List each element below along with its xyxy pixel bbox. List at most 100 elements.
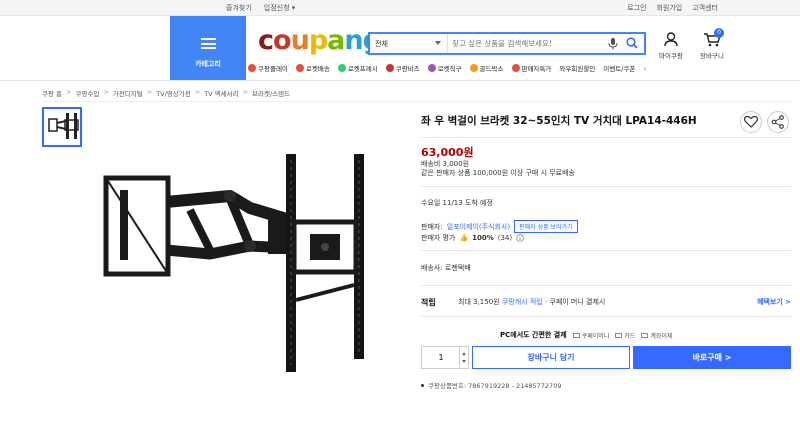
search-input[interactable] bbox=[452, 36, 602, 51]
breadcrumb-item[interactable]: TV 액세서리 bbox=[204, 88, 238, 98]
mycoupang-button[interactable]: 마이쿠팡 bbox=[659, 32, 683, 60]
product-code: 쿠팡상품번호: 7867919228 - 21485772709 bbox=[421, 380, 561, 390]
coupang-cash-link[interactable]: 쿠팡캐시 적립 bbox=[502, 298, 543, 306]
chevron-right-icon[interactable]: › bbox=[643, 64, 646, 73]
service-nav-item[interactable]: 골드박스 bbox=[469, 63, 504, 73]
reward-label: 적립 bbox=[421, 298, 436, 307]
breadcrumb: 쿠팡 홈 > 쿠팡수입 > 가전디지털 > TV/영상가전 > TV 액세서리 > 브라켓/스탠드 bbox=[42, 88, 290, 98]
coupay-money-label: 쿠페이머니 bbox=[581, 332, 610, 340]
service-nav-item[interactable]: 쿠팡플레이 bbox=[248, 63, 288, 73]
easy-pay-row: PC에서도 간편한 결제 쿠페이머니 카드 계좌이체 bbox=[500, 330, 672, 340]
seller-products-button[interactable]: 판매자 상품 보러가기 bbox=[514, 220, 578, 233]
service-nav-item[interactable]: 판매자특가 bbox=[511, 63, 551, 73]
logo-letter: u bbox=[290, 25, 310, 56]
card-option[interactable]: 카드 bbox=[615, 331, 635, 340]
product-price: 63,000원 bbox=[421, 146, 474, 159]
mycoupang-label: 마이쿠팡 bbox=[659, 52, 683, 60]
seller-rating-count: (34) bbox=[497, 234, 513, 242]
breadcrumb-item[interactable]: 쿠팡수입 bbox=[75, 88, 99, 98]
seller-rating-value: 100% bbox=[472, 234, 494, 242]
breadcrumb-item[interactable]: TV/영상가전 bbox=[156, 88, 191, 98]
search-scope-select[interactable]: 전체 bbox=[370, 34, 448, 53]
decrement-icon[interactable] bbox=[462, 360, 466, 363]
quantity-spinner[interactable] bbox=[459, 347, 468, 368]
microphone-icon[interactable] bbox=[608, 38, 618, 50]
hamburger-icon bbox=[201, 38, 216, 49]
price-divider bbox=[421, 186, 791, 187]
coupang-logo[interactable]: coupang bbox=[258, 25, 382, 56]
service-nav-item[interactable]: 이벤트/쿠폰 bbox=[603, 63, 635, 73]
quantity-stepper[interactable]: 1 bbox=[421, 346, 469, 369]
reward-condition: · 쿠페이 머니 결제시 bbox=[544, 298, 606, 306]
product-thumbnail[interactable] bbox=[42, 107, 82, 147]
increment-icon[interactable] bbox=[462, 352, 466, 355]
service-nav: 쿠팡플레이 로켓배송 로켓프레시 쿠팡비즈 로켓직구 골드박스 판매자특가 와우회원할인 이벤트… bbox=[248, 63, 647, 73]
logo-letter: n bbox=[344, 25, 363, 56]
logo-letter: c bbox=[258, 25, 274, 56]
service-icon bbox=[295, 64, 304, 72]
wishlist-button[interactable] bbox=[740, 111, 762, 133]
category-label: 카테고리 bbox=[195, 60, 221, 68]
product-code-text: 쿠팡상품번호: 7867919228 - 21485772709 bbox=[428, 382, 562, 390]
service-nav-item[interactable]: 로켓프레시 bbox=[337, 63, 378, 73]
arrival-estimate: 수요일 11/13 도착 예정 bbox=[421, 199, 493, 207]
product-title: 좌 우 벽걸이 브라켓 32~55인치 TV 거치대 LPA14-446H bbox=[421, 115, 697, 127]
breadcrumb-divider bbox=[42, 101, 792, 102]
wallet-icon bbox=[572, 332, 580, 338]
card-icon bbox=[615, 332, 623, 338]
tv-bracket-product-image bbox=[103, 154, 364, 372]
search-icon[interactable] bbox=[626, 37, 638, 49]
reward-info: 최대 3,150원 쿠팡캐시 적립 · 쿠페이 머니 결제시 bbox=[458, 297, 605, 307]
header-divider bbox=[0, 80, 800, 81]
signup-link[interactable]: 회원가입 bbox=[656, 3, 682, 13]
coupay-money-option[interactable]: 쿠페이머니 bbox=[572, 331, 610, 340]
service-nav-label: 로켓직구 bbox=[437, 65, 462, 73]
buy-now-button[interactable]: 바로구매 > bbox=[633, 346, 791, 369]
seller-apply-link[interactable]: 입점신청 ▾ bbox=[264, 3, 296, 13]
seller-rating: 판매자 평가 👍 100% (34) bbox=[421, 233, 524, 243]
service-nav-item[interactable]: 로켓배송 bbox=[295, 63, 330, 73]
service-icon bbox=[337, 64, 346, 72]
benefit-link[interactable]: 혜택보기 > bbox=[757, 297, 791, 307]
service-nav-label: 쿠팡플레이 bbox=[258, 65, 288, 73]
service-nav-label: 와우회원할인 bbox=[559, 65, 596, 73]
service-nav-item[interactable]: 쿠팡비즈 bbox=[385, 63, 420, 73]
breadcrumb-separator-icon: > bbox=[194, 88, 201, 96]
service-nav-item[interactable]: 로켓직구 bbox=[427, 63, 462, 73]
service-icon bbox=[511, 64, 520, 72]
delivery-company: 배송사: 로젠택배 bbox=[421, 264, 471, 272]
bank-transfer-option[interactable]: 계좌이체 bbox=[641, 331, 672, 340]
service-icon bbox=[469, 64, 478, 72]
cart-button[interactable]: 0 장바구니 bbox=[700, 28, 724, 60]
easy-pay-title: PC에서도 간편한 결제 bbox=[500, 331, 567, 339]
category-button[interactable]: 카테고리 bbox=[170, 16, 246, 80]
reward-divider bbox=[421, 316, 791, 317]
free-shipping-note: 같은 판매자 상품 100,000원 이상 구매 시 무료배송 bbox=[421, 169, 576, 177]
breadcrumb-item[interactable]: 가전디지털 bbox=[113, 88, 143, 98]
bookmark-link[interactable]: 즐겨찾기 bbox=[226, 3, 252, 13]
heart-icon bbox=[743, 115, 759, 128]
service-icon bbox=[385, 64, 394, 72]
login-link[interactable]: 로그인 bbox=[627, 3, 646, 13]
share-button[interactable] bbox=[767, 111, 789, 133]
delivery-divider bbox=[421, 285, 791, 286]
seller-name-link[interactable]: 일포이제이(주식회사) bbox=[447, 222, 510, 232]
share-icon bbox=[771, 115, 784, 129]
quantity-value[interactable]: 1 bbox=[422, 353, 460, 362]
service-nav-label: 골드박스 bbox=[479, 65, 504, 73]
breadcrumb-item[interactable]: 쿠팡 홈 bbox=[42, 88, 62, 98]
breadcrumb-item[interactable]: 브라켓/스탠드 bbox=[252, 88, 290, 98]
bank-icon bbox=[641, 332, 649, 338]
service-nav-item[interactable]: 와우회원할인 bbox=[559, 63, 595, 73]
add-to-cart-button[interactable]: 장바구니 담기 bbox=[472, 346, 630, 369]
customer-center-link[interactable]: 고객센터 bbox=[692, 3, 718, 13]
bullet-icon bbox=[421, 383, 424, 387]
service-nav-label: 쿠팡비즈 bbox=[395, 65, 420, 73]
seller-label: 판매자: bbox=[421, 222, 443, 231]
breadcrumb-separator-icon: > bbox=[103, 88, 109, 96]
tv-bracket-thumbnail-image bbox=[48, 113, 79, 139]
logo-letter: o bbox=[273, 25, 292, 56]
seller-info: 판매자: 일포이제이(주식회사) 판매자 상품 보러가기 bbox=[421, 220, 578, 233]
info-icon[interactable] bbox=[516, 234, 524, 242]
card-label: 카드 bbox=[624, 332, 636, 340]
